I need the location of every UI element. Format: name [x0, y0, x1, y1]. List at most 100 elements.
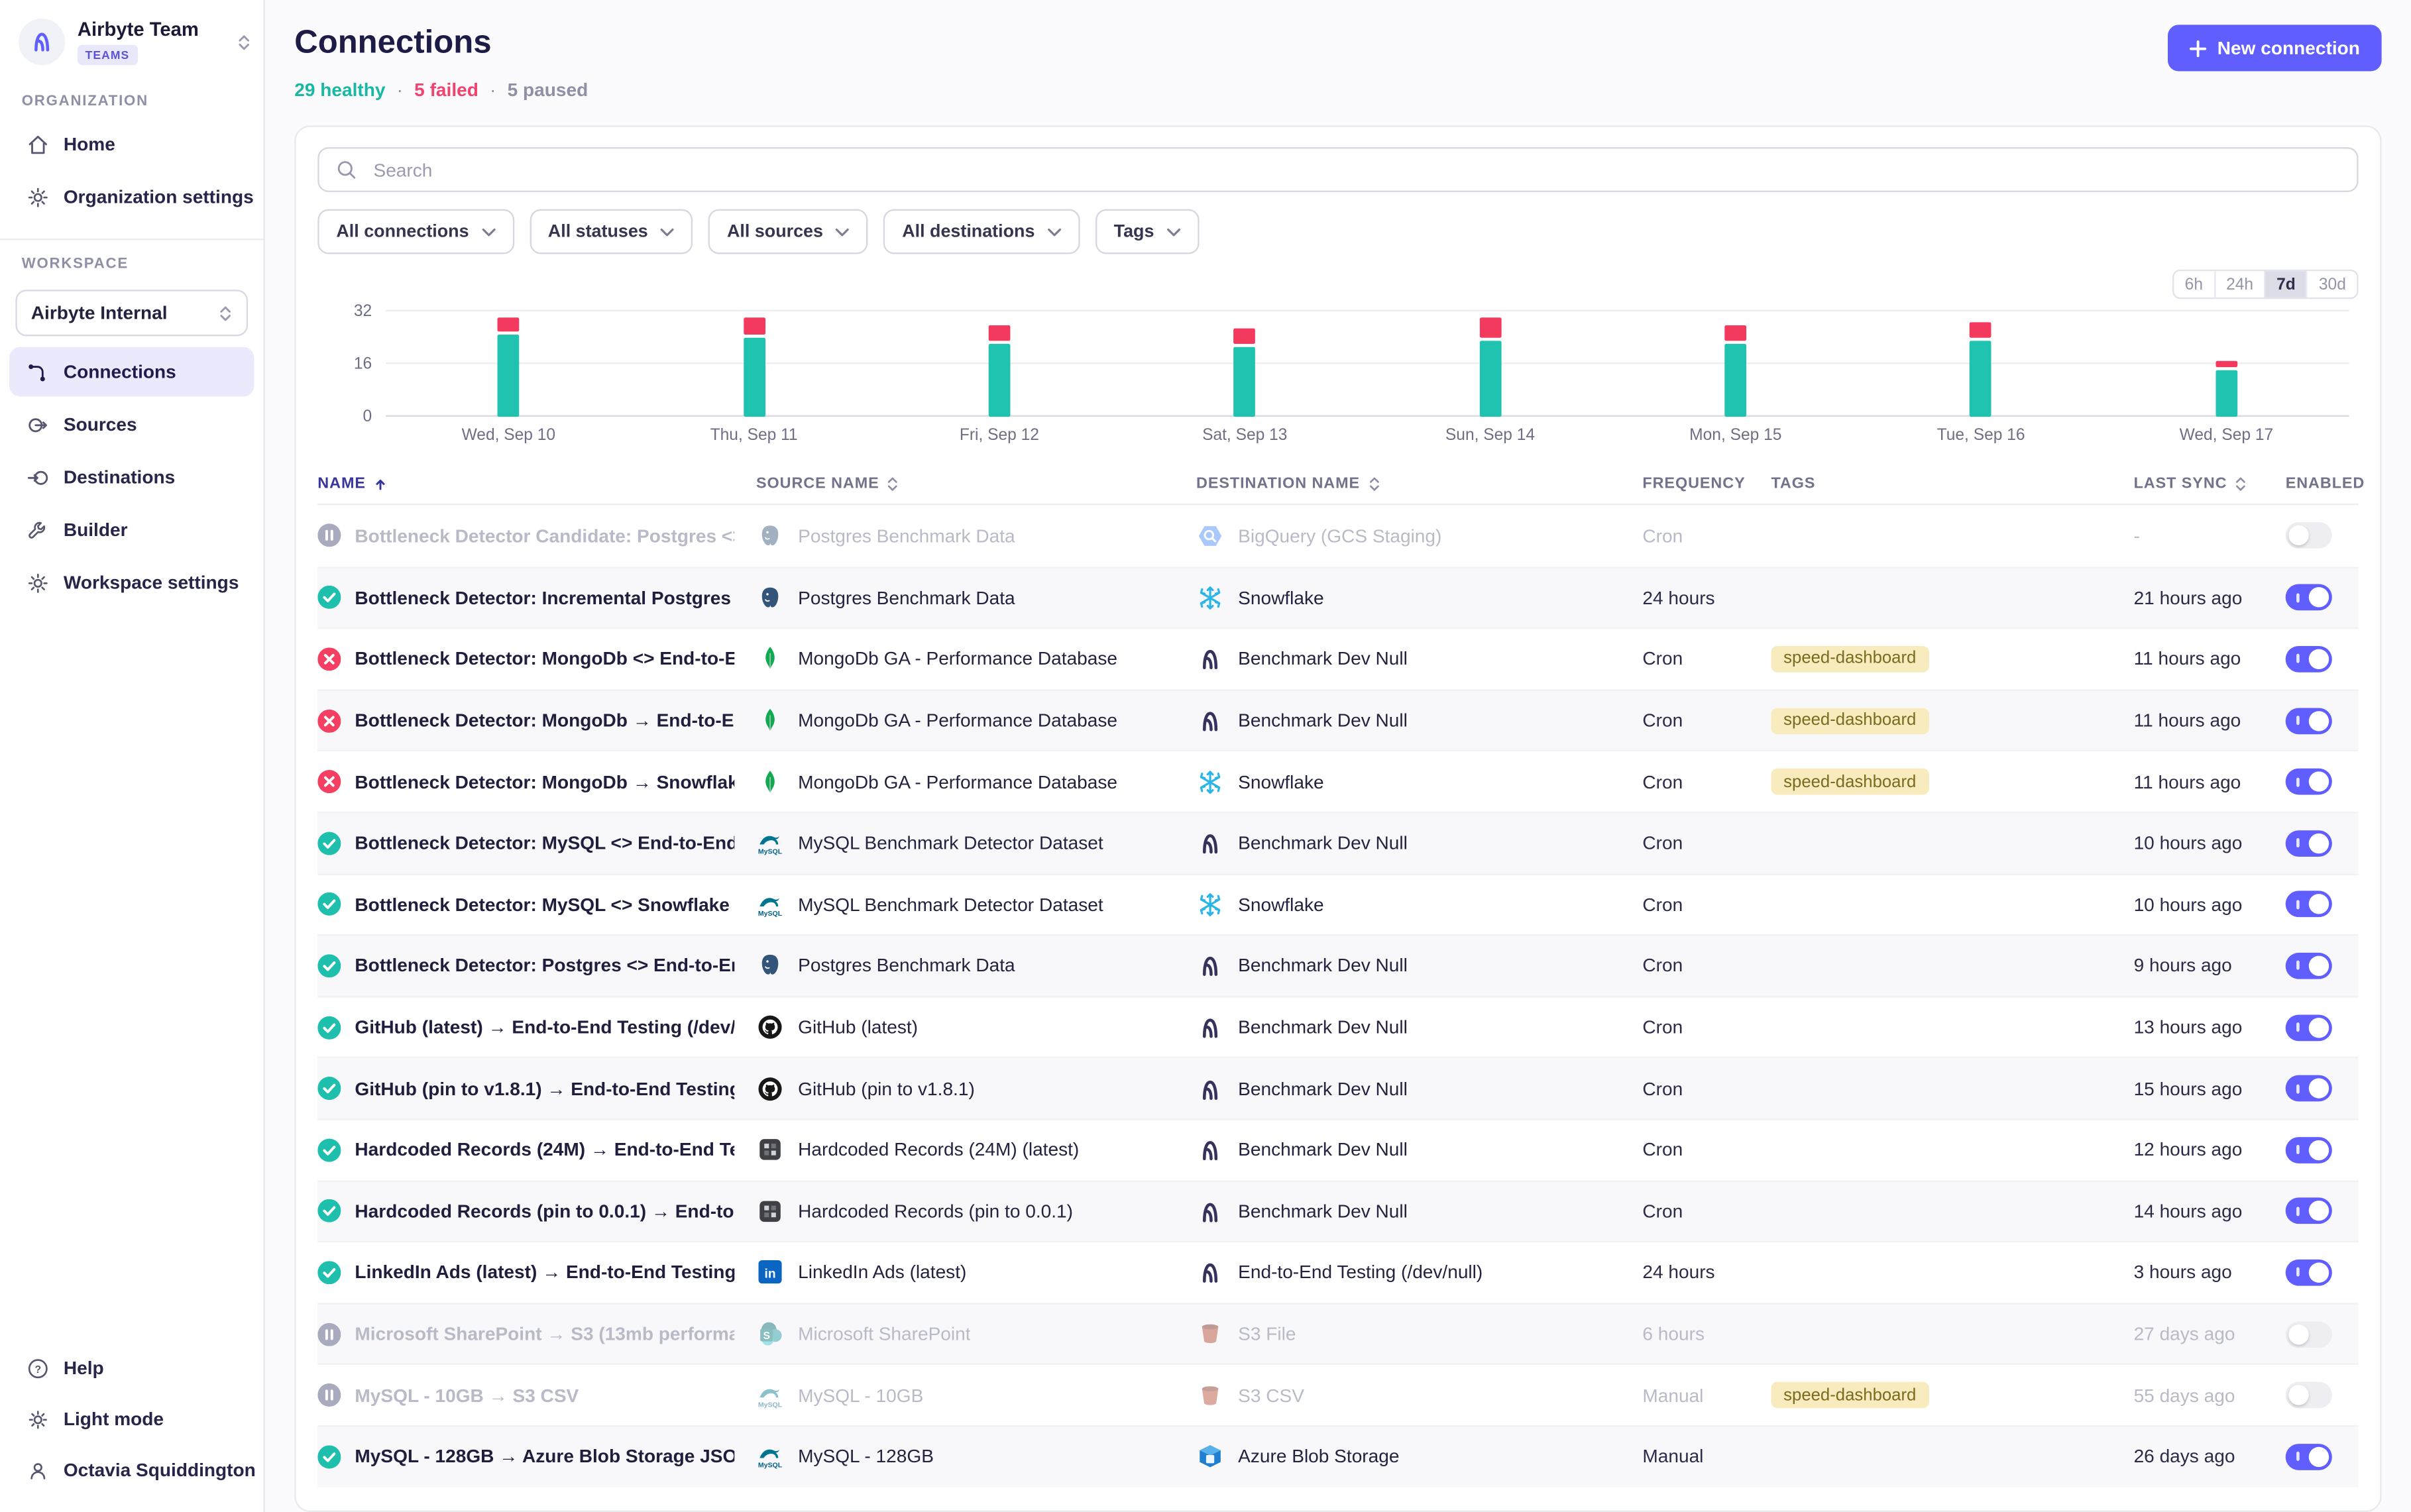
sidebar-item-organization-settings[interactable]: Organization settings: [9, 172, 254, 222]
enabled-toggle[interactable]: [2286, 1014, 2332, 1040]
chart-bar: [989, 325, 1011, 417]
filter-all-connections[interactable]: All connections: [317, 209, 514, 254]
svg-text:MySQL: MySQL: [758, 1400, 783, 1408]
enabled-toggle[interactable]: [2286, 1260, 2332, 1286]
connections-card: All connections All statuses All sources…: [294, 125, 2381, 1512]
enabled-toggle[interactable]: [2286, 1137, 2332, 1163]
chart-bar: [2215, 361, 2237, 417]
status-healthy-icon: [317, 1016, 341, 1039]
s3-icon: [1196, 1381, 1224, 1409]
table-body: Bottleneck Detector Candidate: Postgres …: [317, 505, 2358, 1486]
org-switcher[interactable]: Airbyte Team TEAMS: [0, 13, 263, 78]
sidebar-item-builder[interactable]: Builder: [9, 505, 254, 555]
time-range-30d[interactable]: 30d: [2306, 271, 2357, 297]
enabled-toggle[interactable]: [2286, 769, 2332, 795]
connection-name: Microsoft SharePoint → S3 (13mb performa…: [355, 1323, 734, 1345]
table-row[interactable]: LinkedIn Ads (latest) → End-to-End Testi…: [317, 1241, 2358, 1303]
time-range-6h[interactable]: 6h: [2174, 271, 2214, 297]
time-range-selector: 6h24h7d30d: [2172, 270, 2359, 299]
workspace-selector[interactable]: Airbyte Internal: [15, 290, 248, 336]
table-row[interactable]: Bottleneck Detector: Incremental Postgre…: [317, 567, 2358, 628]
table-row[interactable]: Bottleneck Detector: MySQL <> SnowflakeM…: [317, 873, 2358, 935]
sidebar-item-help[interactable]: ? Help: [9, 1343, 254, 1393]
source-icon: [27, 413, 50, 436]
chevron-down-icon: [1166, 227, 1180, 237]
enabled-toggle[interactable]: [2286, 708, 2332, 734]
table-row[interactable]: Hardcoded Records (pin to 0.0.1) → End-t…: [317, 1180, 2358, 1242]
table-row[interactable]: Bottleneck Detector: MongoDb → End-to-En…: [317, 689, 2358, 751]
source-name: MySQL Benchmark Detector Dataset: [798, 894, 1103, 916]
sidebar-item-sources[interactable]: Sources: [9, 400, 254, 449]
chart-bar: [1479, 318, 1501, 417]
sort-icon: [887, 476, 899, 493]
sidebar-item-light-mode[interactable]: Light mode: [9, 1394, 254, 1444]
mysql-icon: MySQL: [756, 891, 784, 918]
filter-tags[interactable]: Tags: [1095, 209, 1200, 254]
enabled-toggle[interactable]: [2286, 646, 2332, 673]
frequency: Cron: [1642, 771, 1771, 793]
column-header-source-name[interactable]: SOURCE NAME: [756, 476, 1196, 493]
tags: speed-dashboard: [1771, 1382, 2133, 1409]
enabled-toggle[interactable]: [2286, 830, 2332, 857]
destination-name: Benchmark Dev Null: [1238, 1077, 1408, 1099]
chart-x-label: Tue, Sep 16: [1858, 426, 2103, 445]
enabled-toggle[interactable]: [2286, 584, 2332, 611]
last-sync: 15 hours ago: [2134, 1077, 2286, 1099]
table-row[interactable]: MySQL - 128GB → Azure Blob Storage JSOn …: [317, 1425, 2358, 1487]
filter-all-statuses[interactable]: All statuses: [530, 209, 693, 254]
column-header-destination-name[interactable]: DESTINATION NAME: [1196, 476, 1642, 493]
table-row[interactable]: Bottleneck Detector: MySQL <> End-to-End…: [317, 812, 2358, 873]
sidebar-item-destinations[interactable]: Destinations: [9, 453, 254, 502]
filter-all-destinations[interactable]: All destinations: [883, 209, 1080, 254]
status-paused-icon: [317, 1383, 341, 1407]
workspace-name: Airbyte Internal: [31, 302, 168, 324]
enabled-toggle[interactable]: [2286, 1443, 2332, 1470]
filter-label: All sources: [727, 223, 823, 241]
airbyte-icon: [1196, 952, 1224, 980]
svg-text:MySQL: MySQL: [758, 910, 783, 918]
destination-name: S3 File: [1238, 1323, 1296, 1345]
sidebar-item-user[interactable]: Octavia Squiddington: [9, 1445, 254, 1495]
home-icon: [27, 133, 50, 156]
table-row[interactable]: MySQL - 10GB → S3 CSVMySQLMySQL - 10GBS3…: [317, 1364, 2358, 1425]
filter-label: All statuses: [548, 223, 648, 241]
column-header-last-sync[interactable]: LAST SYNC: [2134, 476, 2286, 493]
frequency: Cron: [1642, 832, 1771, 854]
search-input[interactable]: [370, 157, 2341, 182]
table-row[interactable]: Bottleneck Detector Candidate: Postgres …: [317, 505, 2358, 567]
source-name: Hardcoded Records (24M) (latest): [798, 1139, 1079, 1161]
table-row[interactable]: Bottleneck Detector: MongoDb → Snowflake…: [317, 751, 2358, 812]
sidebar-item-label: Sources: [64, 413, 137, 435]
organization-section-label: ORGANIZATION: [0, 78, 263, 118]
table-row[interactable]: GitHub (pin to v1.8.1) → End-to-End Test…: [317, 1057, 2358, 1118]
chart-plot-area: 01632: [386, 311, 2349, 417]
table-row[interactable]: Microsoft SharePoint → S3 (13mb performa…: [317, 1303, 2358, 1364]
time-range-24h[interactable]: 24h: [2214, 271, 2264, 297]
sidebar: Airbyte Team TEAMS ORGANIZATION Home Org…: [0, 0, 265, 1512]
enabled-toggle[interactable]: [2286, 953, 2332, 979]
sidebar-item-connections[interactable]: Connections: [9, 347, 254, 397]
enabled-toggle[interactable]: [2286, 1321, 2332, 1347]
enabled-toggle[interactable]: [2286, 891, 2332, 918]
chart-y-tick: 16: [354, 354, 372, 373]
enabled-toggle[interactable]: [2286, 1198, 2332, 1224]
enabled-toggle[interactable]: [2286, 523, 2332, 549]
filter-row: All connections All statuses All sources…: [317, 209, 2358, 254]
table-row[interactable]: Hardcoded Records (24M) → End-to-End Te.…: [317, 1118, 2358, 1180]
sidebar-item-home[interactable]: Home: [9, 119, 254, 169]
tag-badge: speed-dashboard: [1771, 708, 1929, 734]
sidebar-item-workspace-settings[interactable]: Workspace settings: [9, 558, 254, 608]
table-row[interactable]: Bottleneck Detector: Postgres <> End-to-…: [317, 934, 2358, 996]
time-range-7d[interactable]: 7d: [2264, 271, 2306, 297]
table-row[interactable]: GitHub (latest) → End-to-End Testing (/d…: [317, 996, 2358, 1057]
new-connection-button[interactable]: New connection: [2168, 25, 2382, 71]
status-failed-icon: [317, 770, 341, 793]
frequency: Cron: [1642, 525, 1771, 547]
column-header-name[interactable]: NAME: [317, 476, 756, 493]
table-row[interactable]: Bottleneck Detector: MongoDb <> End-to-E…: [317, 627, 2358, 689]
sidebar-footer: ? Help Light mode Octavia Squiddington: [0, 1342, 263, 1512]
filter-all-sources[interactable]: All sources: [708, 209, 868, 254]
enabled-toggle[interactable]: [2286, 1075, 2332, 1102]
linkedin-icon: in: [756, 1259, 784, 1287]
enabled-toggle[interactable]: [2286, 1382, 2332, 1409]
